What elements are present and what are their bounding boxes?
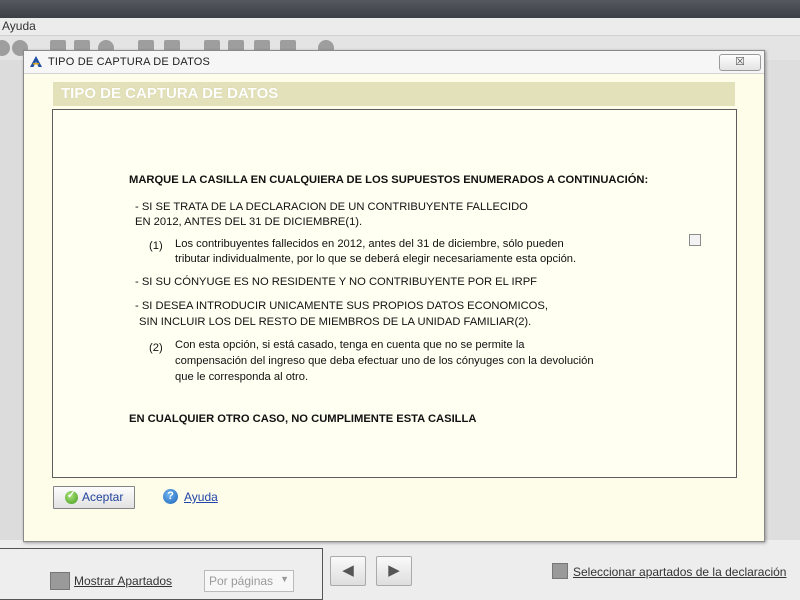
- capture-type-dialog: TIPO DE CAPTURA DE DATOS ☒ TIPO DE CAPTU…: [23, 50, 765, 542]
- note2-line2: compensación del ingreso que deba efectu…: [175, 355, 594, 367]
- bottom-left-panel: Mostrar Apartados Por páginas ▼: [0, 548, 323, 600]
- close-button[interactable]: ☒: [719, 54, 761, 71]
- dialog-title: TIPO DE CAPTURA DE DATOS: [48, 56, 211, 68]
- case1-text-line1: - SI SE TRATA DE LA DECLARACION DE UN CO…: [135, 201, 528, 213]
- close-icon: ☒: [735, 56, 745, 68]
- show-sections-link[interactable]: Mostrar Apartados: [74, 574, 172, 588]
- note1-line1: Los contribuyentes fallecidos en 2012, a…: [175, 238, 564, 250]
- previous-page-button[interactable]: ◀: [330, 556, 366, 586]
- toolbar-icon[interactable]: [0, 40, 10, 56]
- menubar: Ayuda: [0, 18, 800, 36]
- capture-type-checkbox[interactable]: [689, 234, 701, 246]
- note1-line2: tributar individualmente, por lo que se …: [175, 253, 577, 265]
- accept-button[interactable]: Aceptar: [53, 486, 135, 509]
- left-panel: [0, 60, 25, 540]
- main-window-titlebar: [0, 0, 800, 18]
- note2-line3: que le corresponda al otro.: [175, 371, 309, 383]
- case1-text-line2: EN 2012, ANTES DEL 31 DE DICIEMBRE(1).: [135, 216, 363, 228]
- help-link[interactable]: Ayuda: [184, 490, 218, 504]
- note2-line1: Con esta opción, si está casado, tenga e…: [175, 339, 525, 351]
- footer-instruction: EN CUALQUIER OTRO CASO, NO CUMPLIMENTE E…: [129, 413, 477, 425]
- select-sections-link[interactable]: Seleccionar apartados de la declaración: [573, 565, 786, 579]
- select-sections-icon: [552, 563, 568, 579]
- arrow-right-icon: ▶: [388, 562, 400, 579]
- dialog-header: TIPO DE CAPTURA DE DATOS: [53, 82, 735, 106]
- note1-number: (1): [149, 240, 163, 252]
- case2-text: - SI SU CÓNYUGE ES NO RESIDENTE Y NO CON…: [135, 276, 537, 288]
- page-mode-select[interactable]: Por páginas ▼: [204, 570, 294, 592]
- case3-text-line1: - SI DESEA INTRODUCIR UNICAMENTE SUS PRO…: [135, 300, 548, 312]
- page-mode-value: Por páginas: [209, 574, 274, 588]
- checkbox-label: MARQUE LA CASILLA EN CUALQUIERA DE LOS S…: [129, 174, 649, 186]
- chevron-down-icon: ▼: [280, 574, 289, 584]
- help-icon[interactable]: ?: [163, 489, 178, 504]
- right-panel: [764, 60, 800, 540]
- agencia-tributaria-icon: [30, 56, 42, 67]
- note2-number: (2): [149, 342, 163, 354]
- dialog-heading: TIPO DE CAPTURA DE DATOS: [61, 85, 279, 102]
- next-page-button[interactable]: ▶: [376, 556, 412, 586]
- arrow-left-icon: ◀: [342, 562, 354, 579]
- menu-item-ayuda[interactable]: Ayuda: [2, 19, 36, 33]
- case3-text-line2: SIN INCLUIR LOS DEL RESTO DE MIEMBROS DE…: [139, 316, 532, 328]
- content-panel: MARQUE LA CASILLA EN CUALQUIERA DE LOS S…: [52, 109, 737, 478]
- checkmark-icon: [65, 490, 78, 504]
- sections-icon: [50, 572, 70, 590]
- accept-button-label: Aceptar: [82, 490, 124, 504]
- dialog-titlebar: TIPO DE CAPTURA DE DATOS ☒: [24, 51, 764, 74]
